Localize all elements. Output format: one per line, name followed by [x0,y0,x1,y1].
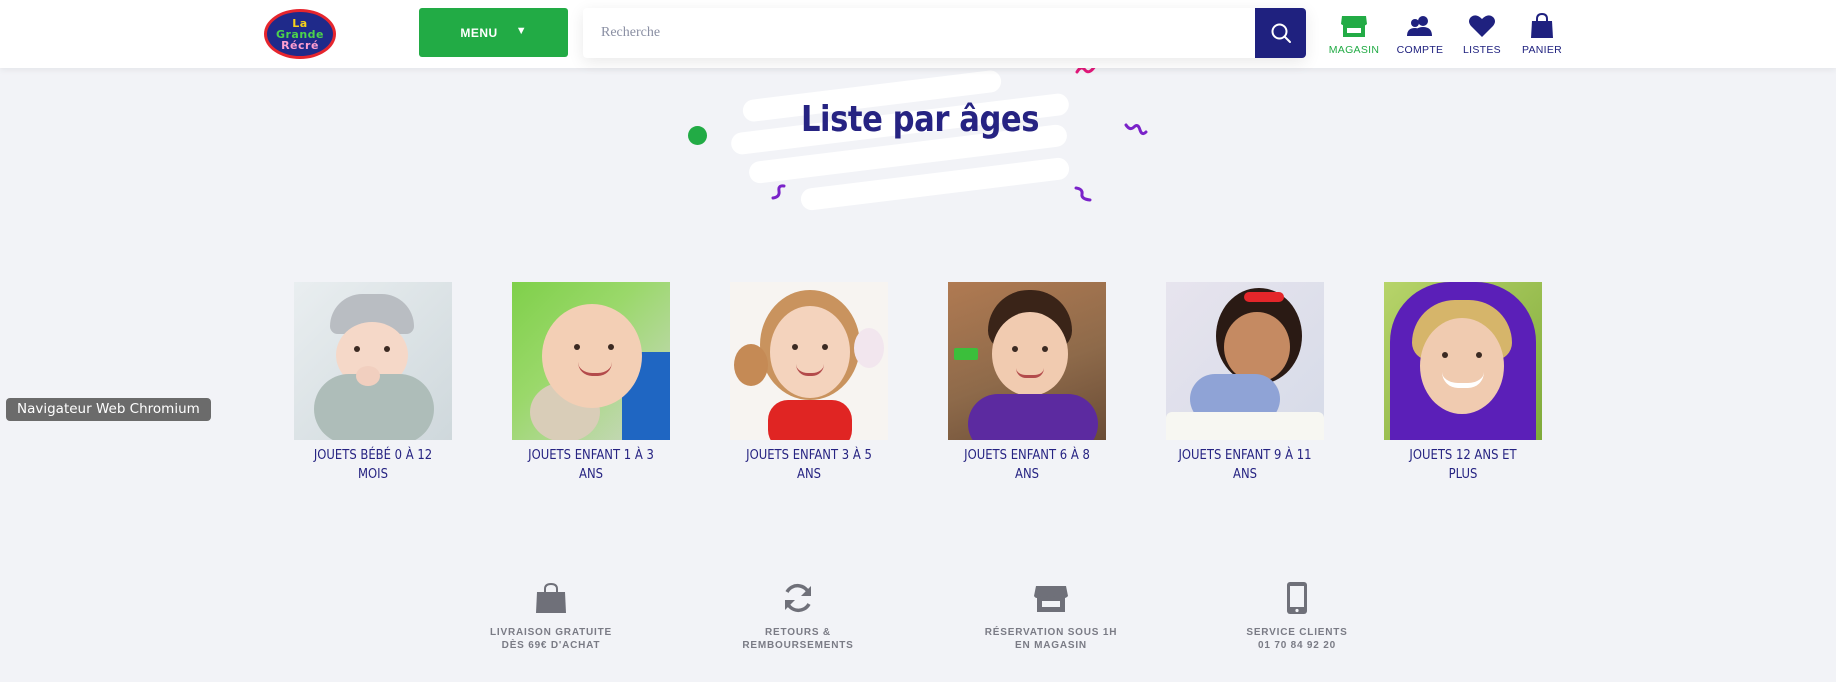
red-shirt [768,400,852,440]
finger-puppet-rabbit [854,328,884,368]
nav-cart[interactable]: PANIER [1510,12,1574,58]
phone-icon [1287,582,1307,614]
page-title: Liste par âges [800,99,1040,140]
store-icon [1341,16,1367,37]
feature-line-2: REMBOURSEMENTS [742,640,854,651]
feature-line-2: DÈS 69€ D'ACHAT [501,640,601,651]
toy-brick [954,348,978,360]
finger-puppet-horse [734,344,768,386]
category-card-12-plus[interactable]: JOUETS 12 ANS ET PLUS [1384,282,1542,484]
refresh-icon [785,583,811,613]
decor-squiggle [1074,186,1092,202]
feature-line-1: SERVICE CLIENTS [1246,627,1348,638]
nav-account-label: COMPTE [1396,44,1444,56]
logo-text-line-2: Grande [275,27,325,41]
age-categories: JOUETS BÉBÉ 0 À 12 MOIS JOUETS ENFANT 1 … [0,282,1836,482]
child-face [770,306,850,398]
feature-returns: RETOURS & REMBOURSEMENTS [698,580,898,652]
feature-line-1: RETOURS & [765,627,831,638]
category-label[interactable]: JOUETS BÉBÉ 0 À 12 MOIS [305,446,441,484]
feature-store-reservation: RÉSERVATION SOUS 1H EN MAGASIN [951,580,1151,652]
category-card-6-8[interactable]: JOUETS ENFANT 6 À 8 ANS [948,282,1106,484]
feature-line-1: LIVRAISON GRATUITE [490,627,612,638]
baby-hand [356,366,380,386]
browser-tooltip: Navigateur Web Chromium [6,398,211,421]
category-label[interactable]: JOUETS ENFANT 9 À 11 ANS [1177,446,1313,484]
category-image-6-8[interactable] [948,282,1106,440]
headband [1244,292,1284,302]
decor-dot [688,126,707,145]
logo-text-line-1: La [292,16,308,30]
teen-face [1420,318,1504,414]
purple-shirt [968,394,1098,440]
feature-free-delivery: LIVRAISON GRATUITE DÈS 69€ D'ACHAT [451,580,651,652]
users-icon [1407,16,1432,36]
nav-lists-label: LISTES [1463,44,1501,56]
site-logo[interactable]: La Grande Récré [264,9,336,59]
child-face [1224,312,1290,382]
category-image-12-plus[interactable] [1384,282,1542,440]
caret-down-icon: ▼ [515,24,527,37]
nav-lists[interactable]: LISTES [1450,12,1514,58]
category-card-baby[interactable]: JOUETS BÉBÉ 0 À 12 MOIS [294,282,452,484]
decor-squiggle [1124,123,1148,136]
feature-line-1: RÉSERVATION SOUS 1H [984,627,1118,638]
menu-button[interactable]: MENU ▼ [419,8,568,57]
category-label[interactable]: JOUETS ENFANT 6 À 8 ANS [959,446,1095,484]
search-button[interactable] [1255,8,1306,58]
nav-store-label: MAGASIN [1328,44,1380,56]
child-face [992,312,1068,396]
site-header: La Grande Récré MENU ▼ MAGASIN [0,0,1836,68]
bag-icon [536,582,566,613]
category-image-3-5[interactable] [730,282,888,440]
category-label[interactable]: JOUETS 12 ANS ET PLUS [1395,446,1531,484]
feature-customer-service: SERVICE CLIENTS 01 70 84 92 20 [1197,580,1397,652]
search-input[interactable] [583,8,1255,58]
menu-button-label: MENU [460,25,498,40]
child-face [542,304,642,408]
category-card-9-11[interactable]: JOUETS ENFANT 9 À 11 ANS [1166,282,1324,484]
store-icon [1034,586,1068,612]
decor-squiggle [771,184,786,200]
nav-account[interactable]: COMPTE [1388,12,1452,58]
nav-cart-label: PANIER [1521,44,1563,56]
nav-store[interactable]: MAGASIN [1322,12,1386,58]
feature-line-2: EN MAGASIN [1015,640,1087,651]
logo-text-line-3: Récré [281,38,319,52]
shopping-bag-icon [1531,13,1553,38]
feature-line-2: 01 70 84 92 20 [1258,640,1336,651]
book [1166,412,1324,440]
category-label[interactable]: JOUETS ENFANT 1 À 3 ANS [523,446,659,484]
category-image-9-11[interactable] [1166,282,1324,440]
search-icon [1271,23,1291,43]
category-card-1-3[interactable]: JOUETS ENFANT 1 À 3 ANS [512,282,670,484]
category-card-3-5[interactable]: JOUETS ENFANT 3 À 5 ANS [730,282,888,484]
category-image-1-3[interactable] [512,282,670,440]
category-label[interactable]: JOUETS ENFANT 3 À 5 ANS [741,446,877,484]
heart-icon [1469,15,1495,37]
search-bar [583,8,1306,58]
category-image-baby[interactable] [294,282,452,440]
